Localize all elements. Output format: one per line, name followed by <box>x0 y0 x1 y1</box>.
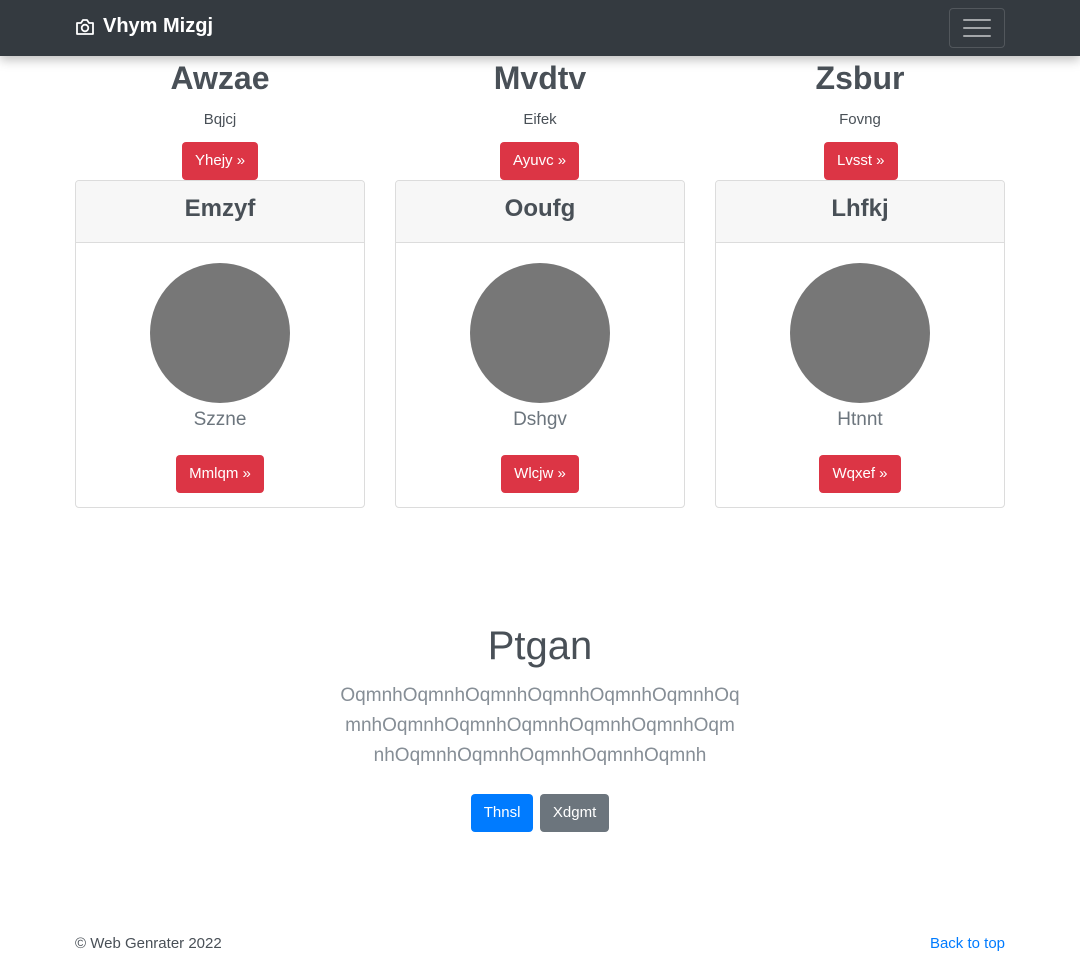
card-header: Ooufg <box>396 181 684 243</box>
profile-card: Emzyf Szzne Mmlqm » <box>75 180 365 508</box>
primary-action-button[interactable]: Thnsl <box>470 794 534 832</box>
jumbotron-lead: OqmnhOqmnhOqmnhOqmnhOqmnhOqmnhOqmnhOqmnh… <box>340 685 740 766</box>
column-heading: Zsbur <box>815 60 905 96</box>
navbar-toggler-button[interactable] <box>949 8 1005 48</box>
jumbotron: Ptgan OqmnhOqmnhOqmnhOqmnhOqmnhOqmnhOqmn… <box>0 620 1080 832</box>
profile-card: Ooufg Dshgv Wlcjw » <box>395 180 685 508</box>
column-text: Fovng <box>839 111 881 128</box>
column-action-button[interactable]: Yhejy » <box>182 142 259 180</box>
column-heading: Awzae <box>170 60 270 96</box>
card-text: Htnnt <box>837 409 883 430</box>
card-action-button[interactable]: Mmlqm » <box>176 455 264 493</box>
column-action-button[interactable]: Ayuvc » <box>500 142 580 180</box>
column-text: Bqjcj <box>203 111 237 128</box>
avatar <box>790 263 930 403</box>
secondary-action-button[interactable]: Xdgmt <box>539 794 610 832</box>
feature-column: Zsbur Fovng <box>715 56 1005 130</box>
card-header: Emzyf <box>76 181 364 243</box>
footer-copyright: © Web Genrater 2022 <box>75 935 222 952</box>
column-text: Eifek <box>523 111 557 128</box>
column-heading: Mvdtv <box>493 60 587 96</box>
card-text: Szzne <box>193 409 247 430</box>
avatar <box>150 263 290 403</box>
avatar <box>470 263 610 403</box>
navbar-brand[interactable]: Vhym Mizgj <box>75 15 213 38</box>
profile-card: Lhfkj Htnnt Wqxef » <box>715 180 1005 508</box>
card-header: Lhfkj <box>716 181 1004 243</box>
feature-column: Mvdtv Eifek <box>395 56 685 130</box>
hamburger-menu-icon <box>963 19 991 37</box>
navbar: Vhym Mizgj <box>0 0 1080 56</box>
back-to-top-link[interactable]: Back to top <box>930 935 1005 952</box>
card-action-button[interactable]: Wlcjw » <box>501 455 579 493</box>
column-action-button[interactable]: Lvsst » <box>824 142 898 180</box>
camera-icon <box>76 18 94 35</box>
jumbotron-title: Ptgan <box>487 624 593 668</box>
feature-column: Awzae Bqjcj <box>75 56 365 130</box>
card-text: Dshgv <box>513 409 567 430</box>
card-action-button[interactable]: Wqxef » <box>819 455 901 493</box>
brand-label: Vhym Mizgj <box>103 15 214 37</box>
